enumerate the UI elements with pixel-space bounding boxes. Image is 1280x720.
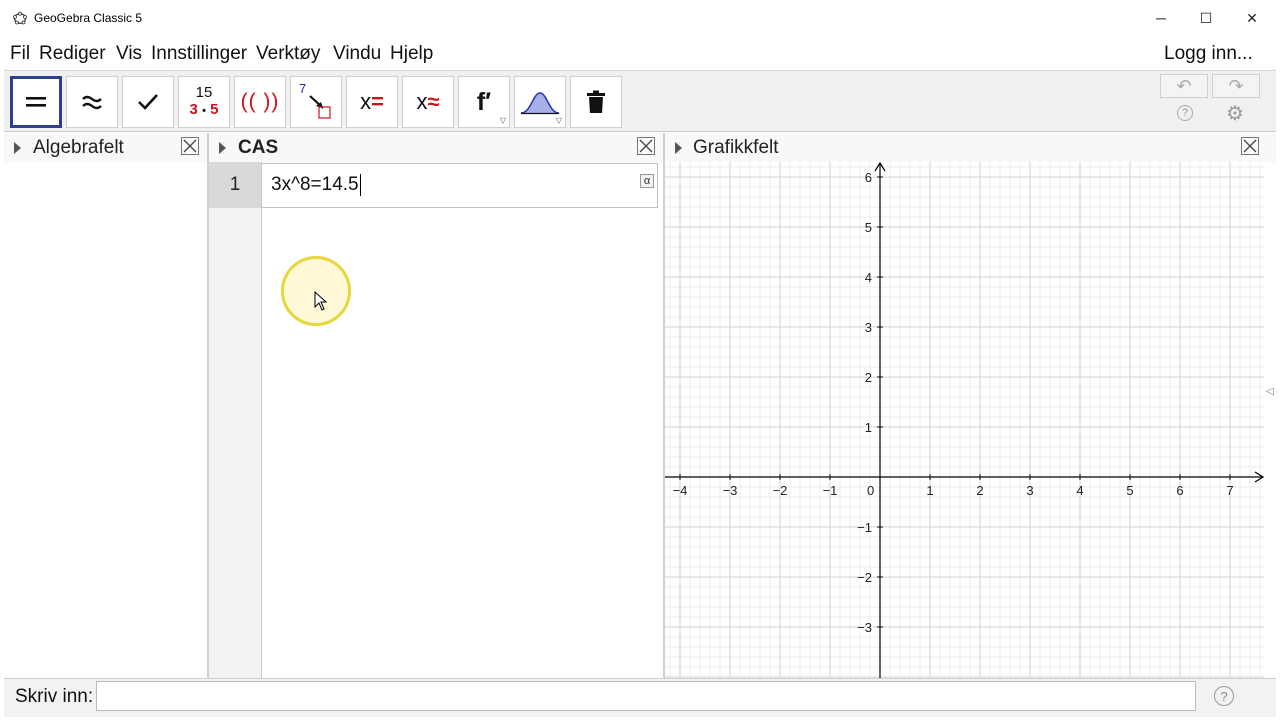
axes (665, 162, 1264, 678)
x-tick-label: 4 (1076, 483, 1083, 498)
grid-major (665, 162, 1264, 678)
x-tick-label: 2 (976, 483, 983, 498)
keep-input-tool-button[interactable] (122, 76, 174, 128)
side-panel-toggle-icon[interactable]: ◁ (1266, 386, 1274, 397)
substitute-sup: 7 (299, 81, 307, 96)
input-bar-field[interactable] (96, 681, 1196, 711)
x-tick-label: 1 (926, 483, 933, 498)
cas-input-text[interactable]: 3x^8=14.5 (271, 174, 359, 196)
nsolve-x: x (416, 89, 428, 114)
grid-minor (665, 162, 1264, 678)
factor-a: 3 (189, 101, 198, 118)
menu-innstillinger[interactable]: Innstillinger (151, 43, 247, 65)
undo-button[interactable]: ↶ (1160, 74, 1208, 98)
nsolve-op: ≈ (427, 89, 440, 114)
y-tick-label: 5 (865, 220, 872, 235)
minimize-button[interactable]: ─ (1138, 0, 1184, 36)
probability-tool-button[interactable]: ▽ (514, 76, 566, 128)
x-tick-labels: −4 −3 −2 −1 0 1 2 3 4 5 6 7 (673, 483, 1234, 498)
close-window-button[interactable]: ✕ (1229, 0, 1275, 36)
x-tick-label: 3 (1026, 483, 1033, 498)
y-tick-label: 4 (865, 270, 872, 285)
factor-icon: 15 3 • 5 (190, 84, 219, 120)
x-tick-label: −3 (723, 483, 738, 498)
graphics-view[interactable]: −4 −3 −2 −1 0 1 2 3 4 5 6 7 6 5 4 3 2 1 −1 −2 −3 (665, 162, 1264, 678)
x-tick-label: 0 (867, 483, 874, 498)
x-tick-label: 5 (1126, 483, 1133, 498)
approx-icon (82, 95, 102, 110)
solve-tool-button[interactable]: x= (346, 76, 398, 128)
y-tick-label: −2 (857, 570, 872, 585)
expand-icon: (( )) (240, 90, 280, 113)
help-icon[interactable]: ? (1177, 105, 1193, 121)
menu-vis[interactable]: Vis (116, 43, 142, 65)
nsolve-icon: x≈ (416, 89, 439, 115)
x-tick-label: −2 (773, 483, 788, 498)
window-title: GeoGebra Classic 5 (34, 11, 143, 25)
dropdown-triangle-icon: ▽ (499, 116, 506, 125)
graphics-right-edge (1264, 162, 1276, 678)
geogebra-logo-icon (13, 11, 27, 25)
menu-rediger[interactable]: Rediger (39, 43, 106, 65)
x-tick-label: 7 (1226, 483, 1233, 498)
alpha-keyboard-button[interactable]: α (640, 174, 654, 188)
substitute-tool-button[interactable]: 7 (290, 76, 342, 128)
factor-tool-button[interactable]: 15 3 • 5 (178, 76, 230, 128)
y-tick-label: 1 (865, 420, 872, 435)
y-tick-label: −1 (857, 520, 872, 535)
menu-fil[interactable]: Fil (10, 43, 30, 65)
y-tick-label: 2 (865, 370, 872, 385)
title-bar (0, 0, 1280, 36)
factor-dot: • (202, 105, 206, 117)
y-tick-label: 6 (865, 170, 872, 185)
factor-top: 15 (195, 84, 213, 101)
delete-tool-button[interactable] (570, 76, 622, 128)
x-tick-label: −1 (823, 483, 838, 498)
cas-close-icon[interactable] (637, 137, 655, 155)
cas-row-number[interactable]: 1 (209, 162, 261, 208)
algebra-collapse-icon[interactable] (14, 142, 21, 154)
equals-icon (26, 97, 46, 107)
evaluate-tool-button[interactable] (10, 76, 62, 128)
cas-collapse-icon[interactable] (219, 142, 226, 154)
derivative-icon: f′ (476, 87, 492, 116)
check-icon (138, 94, 158, 110)
menu-hjelp[interactable]: Hjelp (390, 43, 433, 65)
dropdown-triangle-icon: ▽ (555, 116, 562, 125)
cas-panel-title: CAS (238, 137, 279, 158)
settings-gear-icon[interactable]: ⚙ (1226, 101, 1244, 126)
x-tick-label: 6 (1176, 483, 1183, 498)
algebra-panel-title: Algebrafelt (33, 137, 124, 158)
solve-icon: x= (360, 89, 384, 115)
numeric-tool-button[interactable] (66, 76, 118, 128)
derivative-tool-button[interactable]: f′ ▽ (458, 76, 510, 128)
y-tick-label: 3 (865, 320, 872, 335)
solve-x: x (360, 89, 372, 114)
solve-op: = (371, 89, 384, 114)
trash-icon (587, 90, 605, 113)
solve-numerically-tool-button[interactable]: x≈ (402, 76, 454, 128)
expand-tool-button[interactable]: (( )) (234, 76, 286, 128)
graphics-collapse-icon[interactable] (675, 142, 682, 154)
text-caret (360, 174, 361, 196)
menu-vindu[interactable]: Vindu (333, 43, 381, 65)
maximize-button[interactable]: ☐ (1183, 0, 1229, 36)
graphics-panel-title: Grafikkfelt (693, 137, 779, 158)
login-link[interactable]: Logg inn... (1164, 43, 1253, 65)
factor-b: 5 (210, 101, 219, 118)
cas-row-number-column (209, 162, 262, 678)
algebra-close-icon[interactable] (181, 137, 199, 155)
mouse-pointer-icon (314, 291, 328, 311)
y-tick-label: −3 (857, 620, 872, 635)
probability-curve-icon (520, 92, 560, 115)
input-help-icon[interactable]: ? (1214, 686, 1234, 706)
menu-verktoy[interactable]: Verktøy (256, 43, 320, 65)
x-tick-label: −4 (673, 483, 688, 498)
redo-button[interactable]: ↷ (1212, 74, 1260, 98)
graphics-close-icon[interactable] (1241, 137, 1259, 155)
input-bar-label: Skriv inn: (15, 686, 94, 707)
